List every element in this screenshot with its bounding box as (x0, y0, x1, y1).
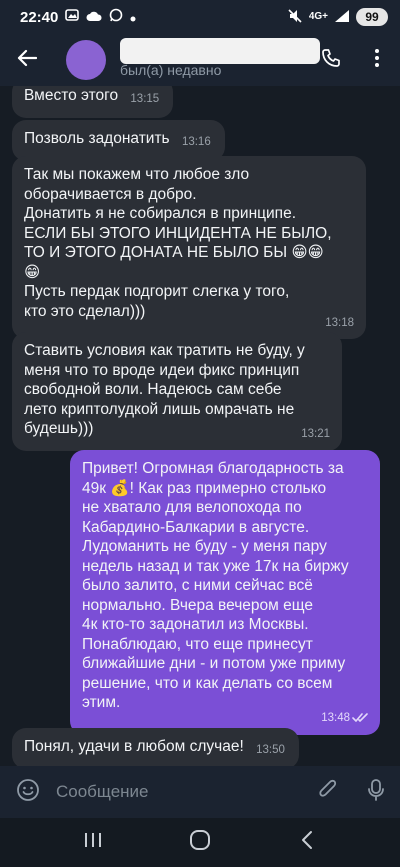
message-bubble-incoming[interactable]: Ставить условия как тратить не буду, у м… (12, 332, 342, 451)
composer (0, 766, 400, 818)
message-text: Позволь задонатить (24, 130, 170, 147)
mute-icon (287, 8, 303, 27)
message-text: Привет! Огромная благодарность за 49к 💰!… (82, 460, 349, 711)
more-options-button[interactable] (354, 34, 400, 86)
cloud-icon (86, 9, 102, 26)
back-icon (300, 830, 314, 855)
network-type: 4G+ (308, 11, 328, 22)
recent-apps-button[interactable] (63, 818, 123, 867)
message-time: 13:21 (301, 428, 330, 440)
message-list[interactable]: Вместо этого 13:15 Позволь задонатить 13… (0, 86, 400, 766)
whatsapp-icon (109, 8, 123, 26)
message-time: 13:16 (181, 136, 211, 148)
chat-header: был(а) недавно (0, 34, 400, 86)
status-right: 4G+ 99 (287, 8, 388, 27)
back-button[interactable] (0, 34, 54, 86)
emoji-icon (16, 778, 40, 807)
signal-icon (334, 9, 350, 26)
double-check-icon (352, 709, 370, 729)
microphone-icon (367, 778, 385, 807)
more-vertical-icon (374, 48, 380, 73)
dot-icon (130, 9, 136, 26)
message-input[interactable] (56, 772, 304, 812)
message-bubble-incoming[interactable]: Понял, удачи в любом случае! 13:50 (12, 728, 299, 766)
message-bubble-incoming[interactable]: Позволь задонатить 13:16 (12, 120, 225, 161)
message-text: Ставить условия как тратить не буду, у м… (24, 342, 305, 437)
message-time: 13:18 (325, 316, 354, 329)
message-bubble-incoming[interactable]: Вместо этого 13:15 (12, 86, 174, 118)
system-back-button[interactable] (277, 818, 337, 867)
message-bubble-outgoing[interactable]: Привет! Огромная благодарность за 49к 💰!… (70, 450, 380, 735)
status-bar: 22:40 4G+ 99 (0, 0, 400, 34)
avatar[interactable] (66, 40, 106, 80)
battery-indicator: 99 (356, 8, 388, 26)
message-bubble-incoming[interactable]: Так мы покажем что любое зло оборачивает… (12, 156, 366, 339)
system-nav-bar (0, 818, 400, 867)
message-text: Понял, удачи в любом случае! (24, 738, 244, 755)
battery-level: 99 (365, 10, 379, 24)
message-time: 13:50 (256, 744, 285, 756)
clock: 22:40 (20, 8, 59, 26)
attach-button[interactable] (304, 766, 352, 818)
status-left: 22:40 (20, 8, 136, 26)
emoji-button[interactable] (0, 766, 56, 818)
home-button[interactable] (170, 818, 230, 867)
phone-icon (321, 48, 341, 73)
back-arrow-icon (17, 49, 38, 72)
photo-icon (65, 8, 80, 26)
message-text: Так мы покажем что любое зло оборачивает… (24, 166, 332, 320)
contact-name-redacted (120, 38, 320, 64)
attach-icon (317, 778, 339, 807)
message-time: 13:15 (130, 93, 160, 105)
message-text: Вместо этого (24, 87, 119, 104)
recent-apps-icon (83, 831, 103, 854)
last-seen-status: был(а) недавно (120, 62, 222, 78)
voice-message-button[interactable] (352, 766, 400, 818)
home-icon (189, 829, 211, 856)
message-time: 13:48 (321, 712, 350, 724)
contact-info[interactable]: был(а) недавно (120, 34, 320, 86)
